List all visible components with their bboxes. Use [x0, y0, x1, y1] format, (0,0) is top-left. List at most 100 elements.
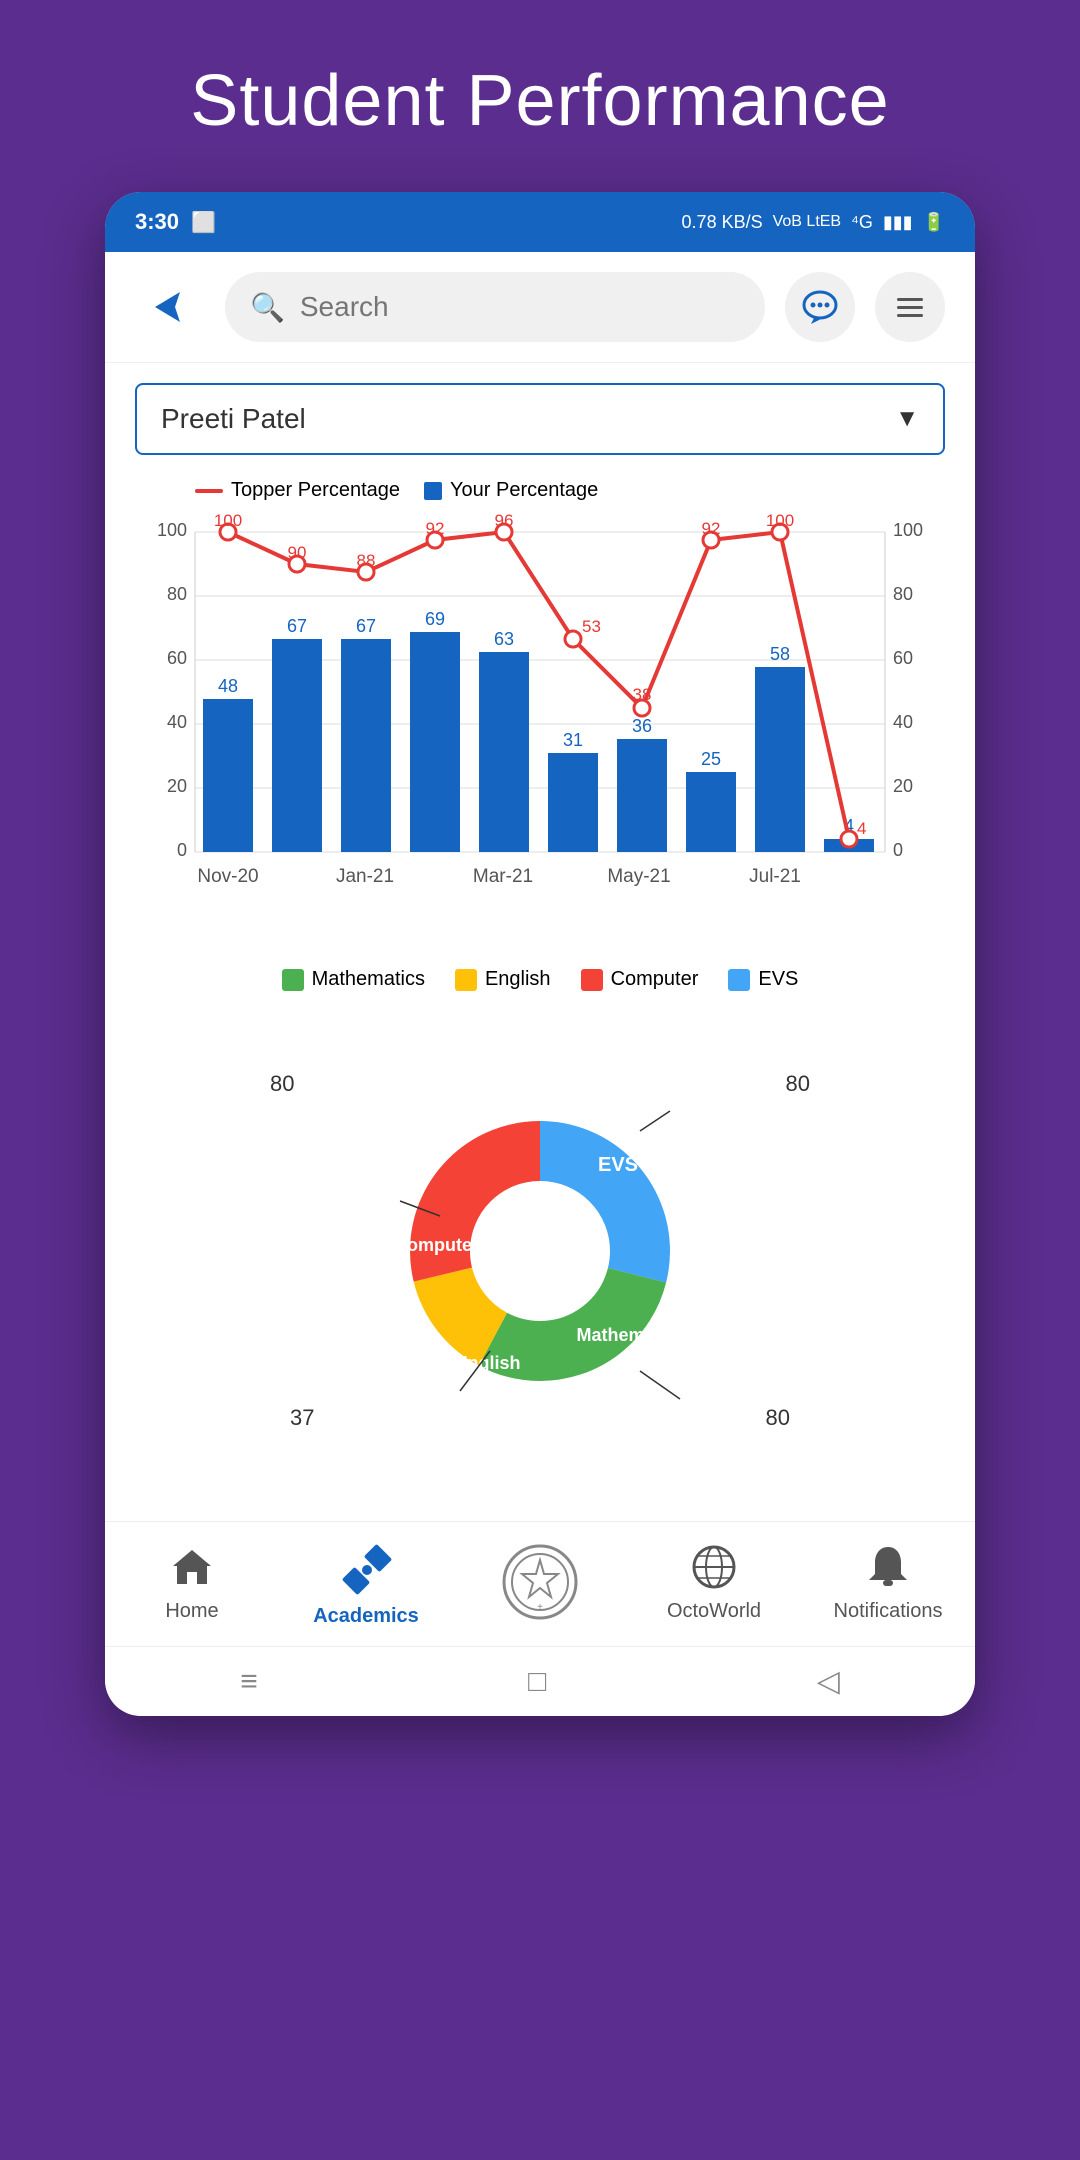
- search-bar[interactable]: 🔍: [225, 272, 765, 342]
- legend-topper: Topper Percentage: [195, 479, 400, 502]
- svg-text:100: 100: [893, 520, 923, 540]
- svg-text:100: 100: [766, 512, 794, 530]
- line-point-10: [841, 831, 857, 847]
- dropdown-arrow-icon: ▼: [895, 405, 919, 433]
- svg-text:60: 60: [893, 648, 913, 668]
- donut-svg: EVS Mathemati… English Compute…: [360, 1071, 720, 1431]
- top-nav: 🔍: [105, 252, 975, 363]
- donut-label-comp-value: 80: [270, 1071, 294, 1097]
- svg-text:69: 69: [425, 609, 445, 629]
- signal-icon: ▮▮▮: [883, 212, 913, 233]
- nav-notifications[interactable]: Notifications: [828, 1542, 948, 1628]
- svg-text:67: 67: [356, 616, 376, 636]
- network-icons: VoB LtEB: [773, 213, 842, 231]
- line-evs: [640, 1111, 670, 1131]
- chart-wrapper: 100 80 60 40 20 0 100 80 60 40 20 0: [135, 512, 945, 952]
- svg-text:48: 48: [218, 676, 238, 696]
- subject-legend: Mathematics English Computer EVS: [135, 968, 945, 991]
- donut-label-evs-value: 80: [786, 1071, 810, 1097]
- bar-chart-container: Topper Percentage Your Percentage: [135, 479, 945, 991]
- main-content: Preeti Patel ▼ Topper Percentage Your Pe…: [105, 363, 975, 1521]
- svg-text:25: 25: [701, 749, 721, 769]
- legend-math-label: Mathematics: [312, 968, 425, 991]
- search-input[interactable]: [300, 291, 740, 323]
- bottom-nav: Home Academics +: [105, 1521, 975, 1646]
- back-button[interactable]: [135, 272, 205, 342]
- android-home-button[interactable]: □: [528, 1665, 546, 1699]
- legend-english: English: [455, 968, 551, 991]
- legend-english-label: English: [485, 968, 551, 991]
- bar-chart-svg: 100 80 60 40 20 0 100 80 60 40 20 0: [135, 512, 945, 952]
- svg-text:92: 92: [702, 519, 721, 538]
- bar-mar21a: [410, 632, 460, 852]
- svg-text:100: 100: [214, 512, 242, 530]
- nav-academics-label: Academics: [313, 1605, 419, 1628]
- bar-may21b: [617, 739, 667, 852]
- donut-label-math-value: 80: [766, 1405, 790, 1431]
- search-icon: 🔍: [250, 291, 285, 324]
- svg-text:20: 20: [893, 776, 913, 796]
- svg-text:Jan-21: Jan-21: [336, 866, 394, 887]
- donut-evs-label: EVS: [598, 1154, 638, 1176]
- svg-text:0: 0: [177, 840, 187, 860]
- legend-topper-label: Topper Percentage: [231, 479, 400, 502]
- chat-button[interactable]: [785, 272, 855, 342]
- line-math: [640, 1371, 680, 1399]
- svg-text:May-21: May-21: [607, 866, 670, 887]
- android-back-button[interactable]: ◁: [817, 1664, 840, 1699]
- svg-text:Nov-20: Nov-20: [197, 866, 258, 887]
- donut-label-eng-value: 37: [290, 1405, 314, 1431]
- svg-text:36: 36: [632, 716, 652, 736]
- svg-text:20: 20: [167, 776, 187, 796]
- network-type: ⁴G: [851, 212, 873, 233]
- bar-jan21a: [272, 639, 322, 852]
- nav-home-label: Home: [165, 1600, 218, 1623]
- student-name: Preeti Patel: [161, 403, 306, 435]
- donut-center: [472, 1183, 608, 1319]
- svg-text:100: 100: [157, 520, 187, 540]
- phone-frame: 3:30 ⬜ 0.78 KB/S VoB LtEB ⁴G ▮▮▮ 🔋 🔍: [105, 192, 975, 1716]
- bar-may21a: [548, 753, 598, 852]
- screen-icon: ⬜: [191, 210, 216, 235]
- svg-text:38: 38: [633, 685, 652, 704]
- svg-text:0: 0: [893, 840, 903, 860]
- android-menu-button[interactable]: ≡: [240, 1665, 258, 1699]
- donut-eng-label: English: [455, 1353, 520, 1373]
- svg-text:58: 58: [770, 644, 790, 664]
- svg-text:60: 60: [167, 648, 187, 668]
- legend-mathematics: Mathematics: [282, 968, 425, 991]
- bar-mar21b: [479, 652, 529, 852]
- chart-legend: Topper Percentage Your Percentage: [195, 479, 945, 502]
- legend-computer-label: Computer: [611, 968, 699, 991]
- legend-yours: Your Percentage: [424, 479, 598, 502]
- svg-text:Mar-21: Mar-21: [473, 866, 533, 887]
- bar-jan21b: [341, 639, 391, 852]
- nav-home[interactable]: Home: [132, 1542, 252, 1628]
- legend-evs: EVS: [728, 968, 798, 991]
- svg-text:40: 40: [167, 712, 187, 732]
- legend-yours-label: Your Percentage: [450, 479, 598, 502]
- menu-button[interactable]: [875, 272, 945, 342]
- donut-chart-container: 80 80 37 80: [135, 1021, 945, 1491]
- bar-jul21a: [686, 772, 736, 852]
- nav-octoworld[interactable]: OctoWorld: [654, 1542, 774, 1628]
- nav-center-badge[interactable]: +: [480, 1542, 600, 1628]
- nav-academics[interactable]: Academics: [306, 1542, 426, 1628]
- svg-text:63: 63: [494, 629, 514, 649]
- svg-text:80: 80: [893, 584, 913, 604]
- svg-text:96: 96: [495, 512, 514, 530]
- status-time: 3:30: [135, 209, 179, 235]
- svg-text:80: 80: [167, 584, 187, 604]
- svg-text:67: 67: [287, 616, 307, 636]
- svg-text:90: 90: [288, 543, 307, 562]
- nav-octoworld-label: OctoWorld: [667, 1600, 761, 1623]
- student-dropdown[interactable]: Preeti Patel ▼: [135, 383, 945, 455]
- page-title: Student Performance: [190, 0, 889, 192]
- svg-text:88: 88: [357, 551, 376, 570]
- svg-text:4: 4: [857, 819, 866, 838]
- network-speed: 0.78 KB/S: [682, 212, 763, 233]
- bar-nov20: [203, 699, 253, 852]
- battery-icon: 🔋: [923, 212, 945, 233]
- donut-comp-label: Compute…: [394, 1235, 490, 1255]
- svg-text:31: 31: [563, 730, 583, 750]
